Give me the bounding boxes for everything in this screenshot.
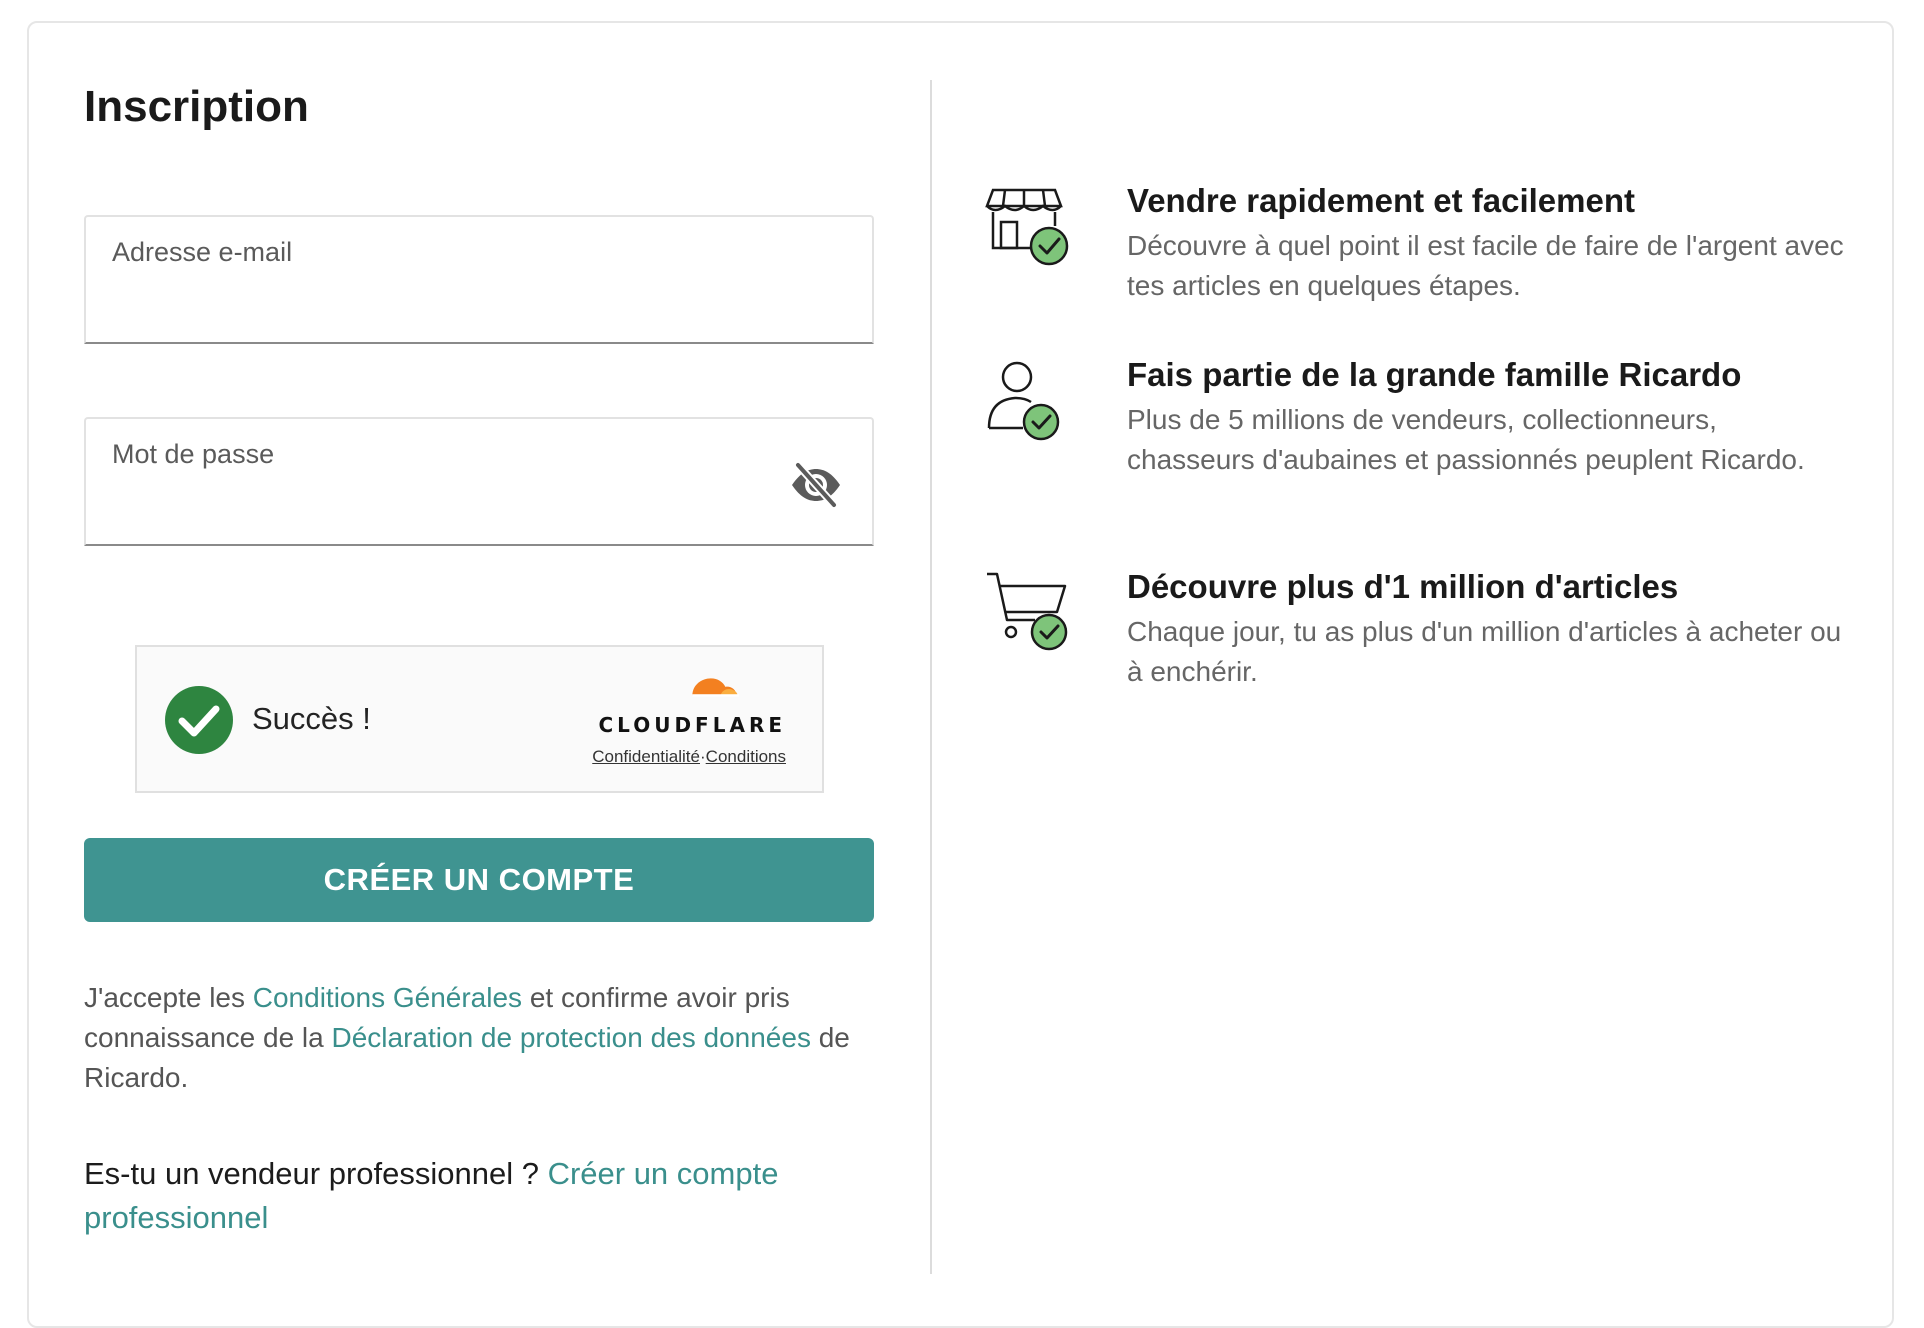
benefit-description: Plus de 5 millions de vendeurs, collecti… (1127, 404, 1805, 475)
column-divider (930, 80, 932, 1274)
check-circle-icon (165, 686, 233, 754)
page-title: Inscription (84, 82, 309, 131)
email-field[interactable]: Adresse e-mail (84, 215, 874, 344)
benefit-description: Chaque jour, tu as plus d'un million d'a… (1127, 616, 1842, 687)
benefit-title: Découvre plus d'1 million d'articles (1127, 568, 1679, 605)
toggle-password-visibility-button[interactable] (788, 457, 844, 513)
password-input[interactable] (112, 485, 712, 525)
terms-link[interactable]: Conditions Générales (253, 982, 522, 1013)
privacy-policy-link[interactable]: Déclaration de protection des données (332, 1022, 811, 1053)
password-field[interactable]: Mot de passe (84, 417, 874, 546)
benefit-description: Découvre à quel point il est facile de f… (1127, 230, 1844, 301)
eye-slash-icon (792, 462, 840, 508)
professional-question: Es-tu un vendeur professionnel ? (84, 1156, 548, 1191)
cloudflare-links: Confidentialité·Conditions (592, 747, 786, 767)
cloudflare-wordmark: CLOUDFLARE (598, 713, 786, 737)
email-label: Adresse e-mail (112, 237, 293, 267)
benefit-title: Vendre rapidement et facilement (1127, 182, 1636, 219)
professional-seller-text: Es-tu un vendeur professionnel ? Créer u… (84, 1152, 884, 1240)
cloudflare-privacy-link[interactable]: Confidentialité (592, 747, 700, 766)
captcha-status-text: Succès ! (252, 701, 371, 736)
legal-prefix: J'accepte les (84, 982, 253, 1013)
legal-text: J'accepte les Conditions Générales et co… (84, 978, 884, 1098)
person-check-icon (987, 361, 1060, 441)
cloudflare-captcha-widget: Succès ! CLOUDFLARE Confidentialité·Cond… (135, 645, 824, 793)
cloudflare-logo-icon (692, 678, 739, 697)
email-input[interactable] (112, 283, 792, 323)
password-label: Mot de passe (112, 439, 275, 469)
storefront-check-icon (985, 188, 1069, 266)
benefit-title: Fais partie de la grande famille Ricardo (1127, 356, 1742, 393)
cart-check-icon (987, 572, 1068, 651)
cloudflare-terms-link[interactable]: Conditions (706, 747, 786, 766)
create-account-button[interactable]: CRÉER UN COMPTE (84, 838, 874, 922)
